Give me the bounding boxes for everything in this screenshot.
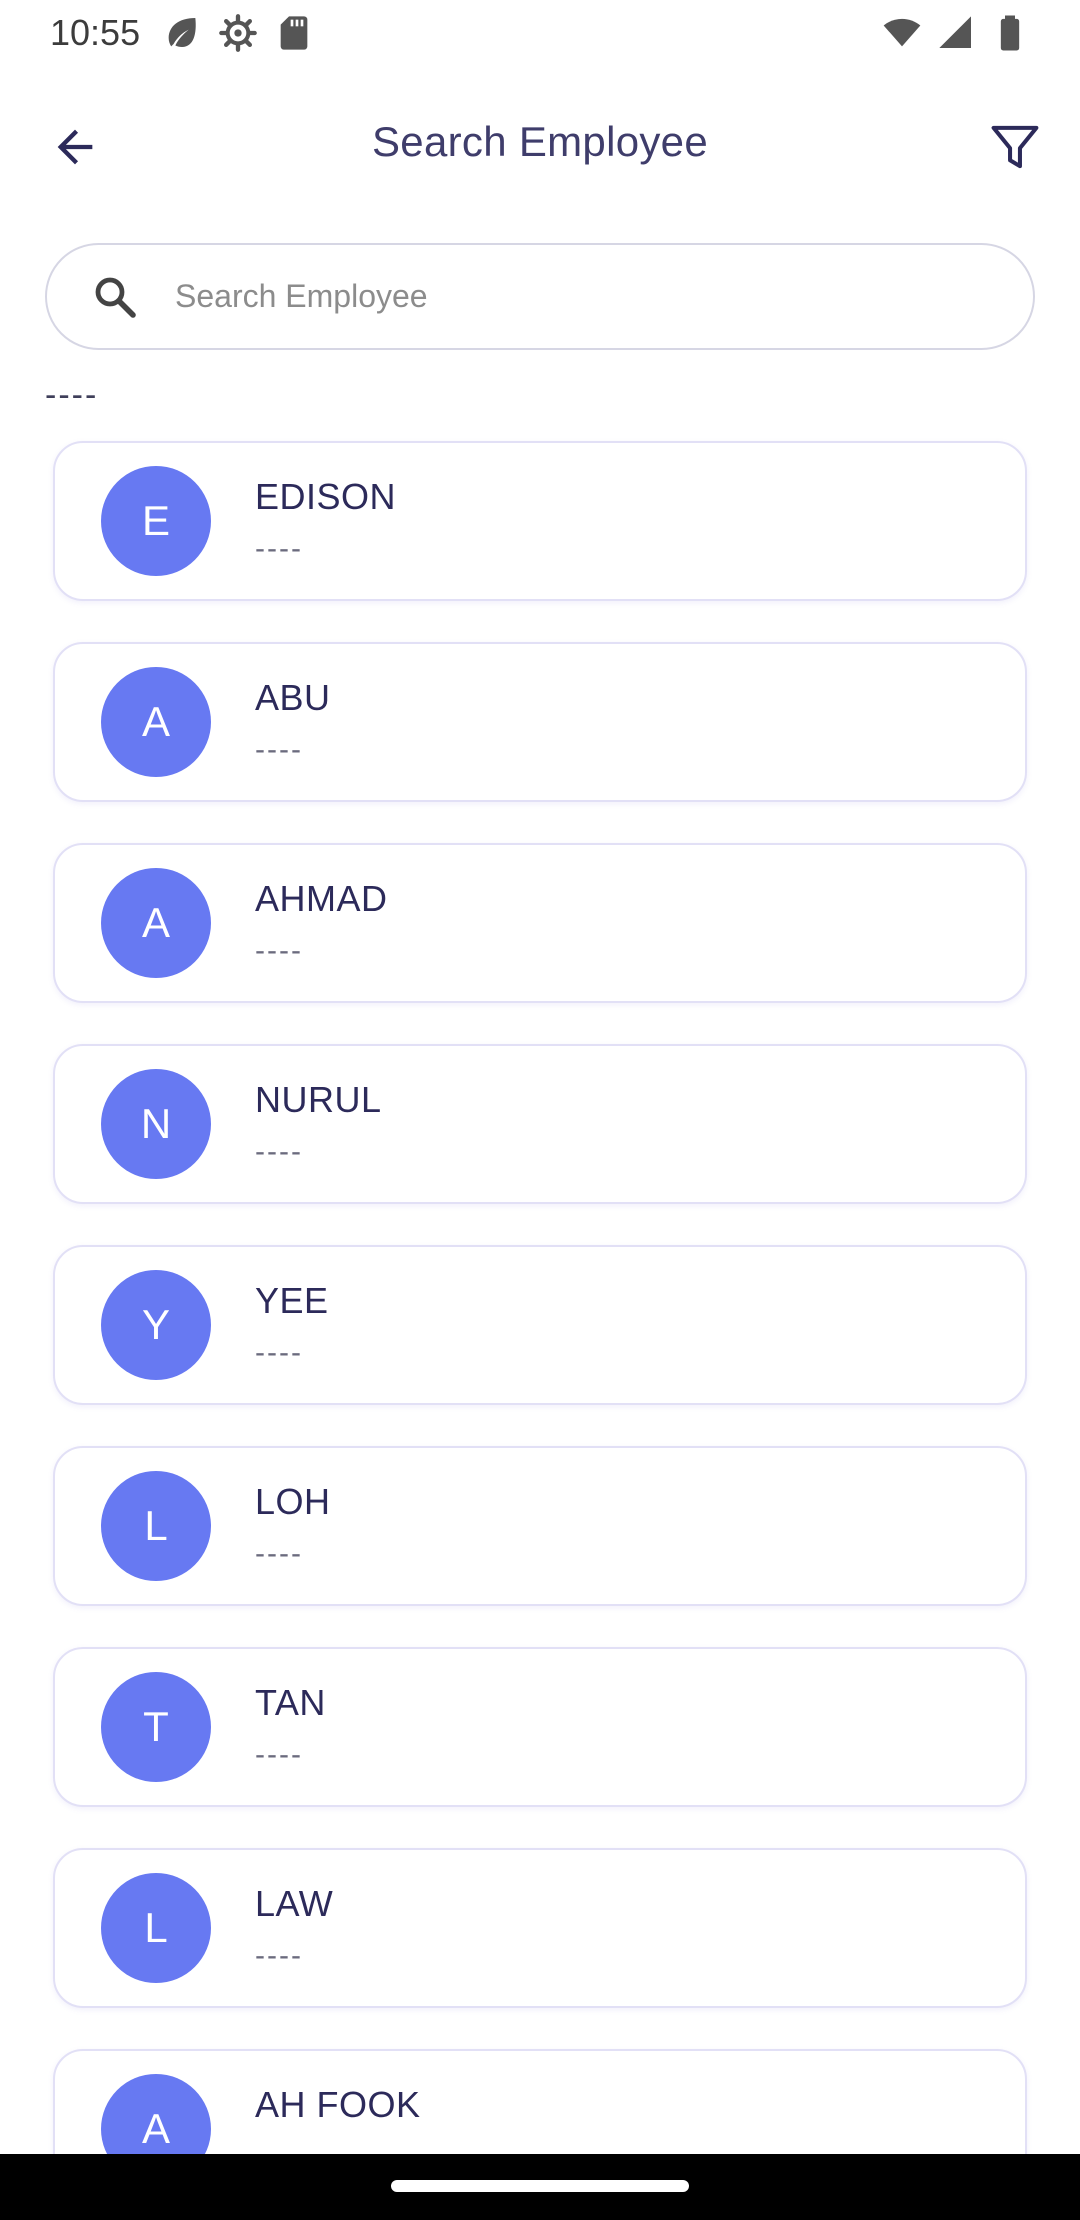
employee-card[interactable]: A ABU ----	[53, 642, 1027, 802]
search-icon-wrap	[85, 267, 145, 327]
employee-sub: ----	[255, 1336, 303, 1369]
search-icon	[95, 277, 136, 318]
filter-button[interactable]	[980, 112, 1050, 182]
wifi-icon	[883, 18, 921, 47]
filter-icon	[991, 125, 1039, 169]
gear-icon	[219, 14, 257, 52]
employee-text: NURUL ----	[255, 1079, 382, 1169]
employee-card[interactable]: A AHMAD ----	[53, 843, 1027, 1003]
home-indicator[interactable]	[391, 2180, 689, 2192]
employee-sub: ----	[255, 1939, 303, 1972]
employee-text: EDISON ----	[255, 476, 396, 566]
avatar: L	[101, 1873, 211, 1983]
employee-name: TAN	[255, 1682, 326, 1723]
employee-name: AH FOOK	[255, 2084, 421, 2125]
employee-text: LAW ----	[255, 1883, 333, 1973]
employee-name: LAW	[255, 1883, 334, 1924]
employee-name: NURUL	[255, 1079, 382, 1120]
employee-sub: ----	[255, 1738, 303, 1771]
avatar: E	[101, 466, 211, 576]
employee-sub: ----	[255, 1537, 303, 1570]
status-time: 10:55	[50, 12, 141, 53]
app-bar: Search Employee	[0, 90, 1080, 200]
system-nav-bar	[0, 2154, 1080, 2220]
employee-card[interactable]: E EDISON ----	[53, 441, 1027, 601]
signal-icon	[939, 16, 971, 48]
avatar: N	[101, 1069, 211, 1179]
employee-name: AHMAD	[255, 878, 388, 919]
employee-card[interactable]: N NURUL ----	[53, 1044, 1027, 1204]
employee-text: TAN ----	[255, 1682, 326, 1772]
employee-sub: ----	[255, 1135, 303, 1168]
employee-text: ABU ----	[255, 677, 331, 767]
avatar: T	[101, 1672, 211, 1782]
battery-icon	[1000, 15, 1020, 51]
employee-text: YEE ----	[255, 1280, 329, 1370]
leaf-icon	[168, 18, 196, 47]
screen: 10:55 Search Employee Search Employee --…	[0, 0, 1080, 2220]
search-input[interactable]	[175, 278, 995, 315]
avatar: A	[101, 667, 211, 777]
employee-text: LOH ----	[255, 1481, 331, 1571]
avatar: L	[101, 1471, 211, 1581]
sd-card-icon	[280, 16, 308, 50]
avatar: A	[101, 868, 211, 978]
section-label: ----	[45, 376, 99, 414]
page-title: Search Employee	[371, 118, 708, 165]
employee-sub: ----	[255, 532, 303, 565]
employee-text: AHMAD ----	[255, 878, 388, 968]
search-box[interactable]	[45, 243, 1035, 350]
employee-name: YEE	[255, 1280, 329, 1321]
employee-name: LOH	[255, 1481, 331, 1522]
employee-card[interactable]: L LOH ----	[53, 1446, 1027, 1606]
employee-sub: ----	[255, 733, 303, 766]
status-bar: 10:55	[0, 0, 1080, 66]
employee-name: ABU	[255, 677, 331, 718]
employee-card[interactable]: Y YEE ----	[53, 1245, 1027, 1405]
employee-sub: ----	[255, 934, 303, 967]
employee-list: E EDISON ---- A ABU ---- A AHMAD ---- N …	[53, 441, 1027, 2220]
status-icons-left	[162, 13, 314, 53]
employee-name: EDISON	[255, 476, 397, 517]
employee-card[interactable]: L LAW ----	[53, 1848, 1027, 2008]
avatar: Y	[101, 1270, 211, 1380]
status-icons-right	[882, 13, 1030, 53]
employee-card[interactable]: T TAN ----	[53, 1647, 1027, 1807]
